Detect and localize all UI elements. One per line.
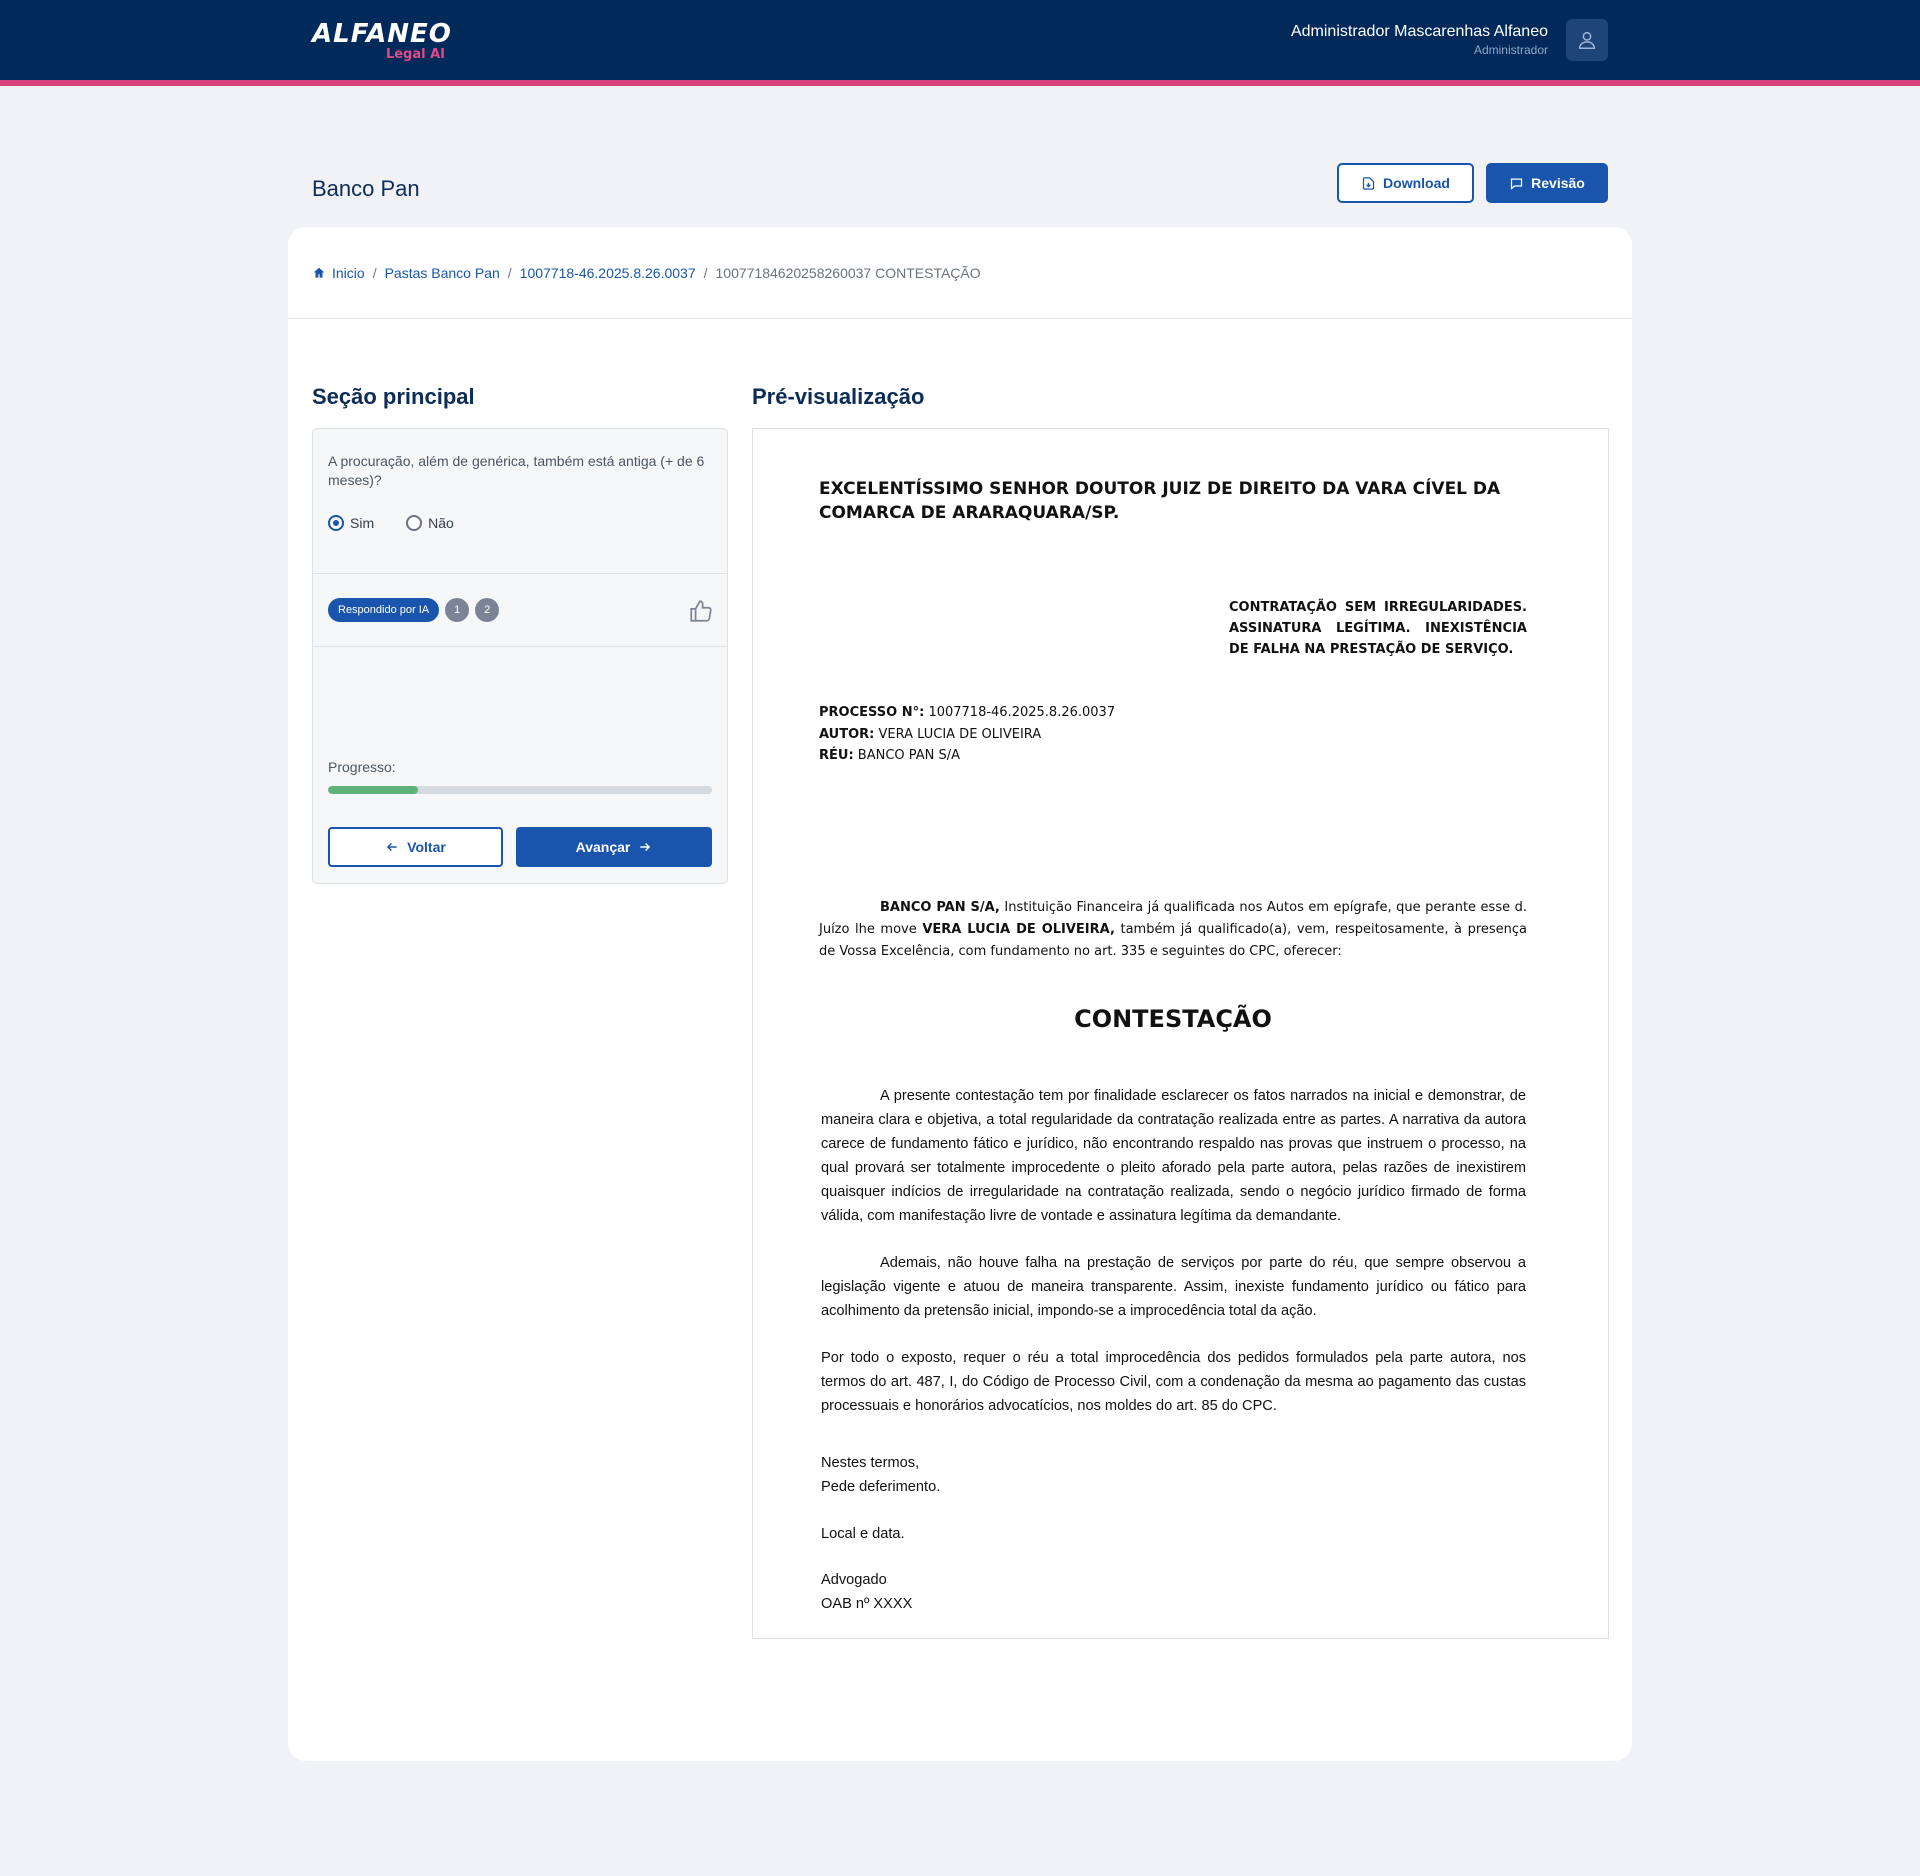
option-sim-label: Sim bbox=[350, 515, 375, 531]
doc-closing: Nestes termos, Pede deferimento. bbox=[821, 1451, 1321, 1499]
comment-icon bbox=[1511, 178, 1523, 190]
brand-tagline: Legal AI bbox=[385, 47, 445, 62]
doc-reu-line: RÉU: BANCO PAN S/A bbox=[819, 748, 961, 763]
brand-logo[interactable]: ALFANEO Legal AI bbox=[312, 20, 451, 64]
download-label: Download bbox=[1383, 175, 1450, 191]
arrow-left-icon bbox=[387, 843, 397, 851]
arrow-right-icon bbox=[640, 843, 651, 851]
back-label: Voltar bbox=[407, 839, 446, 855]
ai-answered-badge: Respondido por IA bbox=[328, 598, 440, 622]
answer-options: Sim Não bbox=[328, 515, 454, 531]
page-title: Banco Pan bbox=[312, 176, 420, 201]
radio-nao[interactable] bbox=[406, 515, 423, 531]
doc-intro-paragraph: BANCO PAN S/A, Instituição Financeira já… bbox=[819, 900, 1528, 959]
breadcrumb-process[interactable]: 1007718-46.2025.8.26.0037 bbox=[520, 265, 696, 281]
main-card: Inicio / Pastas Banco Pan / 1007718-46.2… bbox=[288, 227, 1632, 1761]
breadcrumb-folder[interactable]: Pastas Banco Pan bbox=[385, 265, 500, 281]
user-icon bbox=[1578, 31, 1596, 49]
user-avatar-button[interactable] bbox=[1566, 19, 1608, 61]
doc-place-date: Local e data. bbox=[821, 1526, 905, 1542]
doc-paragraph-1: A presente contestação tem por finalidad… bbox=[821, 1088, 1526, 1224]
breadcrumb-separator: / bbox=[372, 265, 377, 281]
main-section-title: Seção principal bbox=[312, 384, 475, 409]
option-sim[interactable]: Sim bbox=[328, 515, 374, 531]
breadcrumb-current: 10077184620258260037 CONTESTAÇÃO bbox=[715, 265, 981, 281]
doc-paragraph-3: Por todo o exposto, requer o réu a total… bbox=[821, 1350, 1526, 1414]
breadcrumb-home[interactable]: Inicio bbox=[332, 265, 365, 281]
doc-paragraph-2: Ademais, não houve falha na prestação de… bbox=[821, 1255, 1526, 1319]
progress-label: Progresso: bbox=[328, 759, 396, 775]
thumbs-up-icon[interactable] bbox=[688, 598, 714, 624]
doc-case-info: PROCESSO N°: 1007718-46.2025.8.26.0037 A… bbox=[819, 702, 1319, 767]
doc-autor-line: AUTOR: VERA LUCIA DE OLIVEIRA bbox=[819, 726, 1042, 742]
reference-badge-2[interactable]: 2 bbox=[475, 598, 500, 622]
option-nao[interactable]: Não bbox=[406, 515, 454, 531]
reference-badge-1[interactable]: 1 bbox=[445, 598, 470, 622]
panel-divider bbox=[313, 573, 727, 574]
back-button[interactable]: Voltar bbox=[328, 827, 503, 867]
top-bar-accent-line bbox=[0, 80, 1920, 86]
question-panel: A procuração, além de genérica, também e… bbox=[312, 428, 728, 884]
doc-addressee: EXCELENTÍSSIMO SENHOR DOUTOR JUIZ DE DIR… bbox=[819, 479, 1501, 523]
next-label: Avançar bbox=[575, 839, 631, 855]
question-text: A procuração, além de genérica, também e… bbox=[328, 453, 705, 488]
next-button[interactable]: Avançar bbox=[516, 827, 712, 867]
radio-sim[interactable] bbox=[328, 515, 344, 531]
revisao-label: Revisão bbox=[1531, 175, 1585, 191]
download-button[interactable]: Download bbox=[1337, 163, 1474, 203]
doc-title: CONTESTAÇÃO bbox=[1074, 1005, 1272, 1033]
user-role: Administrador bbox=[1473, 43, 1548, 57]
option-nao-label: Não bbox=[428, 515, 454, 531]
doc-signer: Advogado bbox=[821, 1572, 887, 1588]
top-bar: ALFANEO Legal AI Administrador Mascarenh… bbox=[0, 0, 1920, 80]
preview-title: Pré-visualização bbox=[752, 384, 925, 409]
download-icon bbox=[1362, 176, 1375, 190]
panel-divider bbox=[313, 646, 727, 647]
home-icon[interactable] bbox=[312, 266, 326, 280]
brand-name: ALFANEO bbox=[312, 19, 452, 49]
progress-bar bbox=[328, 786, 712, 794]
revisao-button[interactable]: Revisão bbox=[1486, 163, 1608, 203]
progress-fill bbox=[328, 786, 419, 794]
card-divider bbox=[288, 318, 1632, 319]
document-preview[interactable]: EXCELENTÍSSIMO SENHOR DOUTOR JUIZ DE DIR… bbox=[752, 428, 1609, 1639]
doc-closing-line-2: Pede deferimento. bbox=[821, 1479, 941, 1495]
doc-closing-line-1: Nestes termos, bbox=[821, 1455, 920, 1471]
breadcrumb-separator: / bbox=[507, 265, 512, 281]
ai-answer-row: Respondido por IA 1 2 bbox=[328, 598, 500, 622]
breadcrumb: Inicio / Pastas Banco Pan / 1007718-46.2… bbox=[312, 265, 981, 281]
breadcrumb-separator: / bbox=[703, 265, 708, 281]
doc-oab: OAB nº XXXX bbox=[821, 1596, 913, 1612]
doc-ementa: CONTRATAÇÃO SEM IRREGULARIDADES. ASSINAT… bbox=[1229, 600, 1527, 657]
doc-signature: Advogado OAB nº XXXX bbox=[821, 1568, 1321, 1616]
doc-processo-line: PROCESSO N°: 1007718-46.2025.8.26.0037 bbox=[819, 705, 1116, 720]
user-name: Administrador Mascarenhas Alfaneo bbox=[1290, 23, 1548, 40]
